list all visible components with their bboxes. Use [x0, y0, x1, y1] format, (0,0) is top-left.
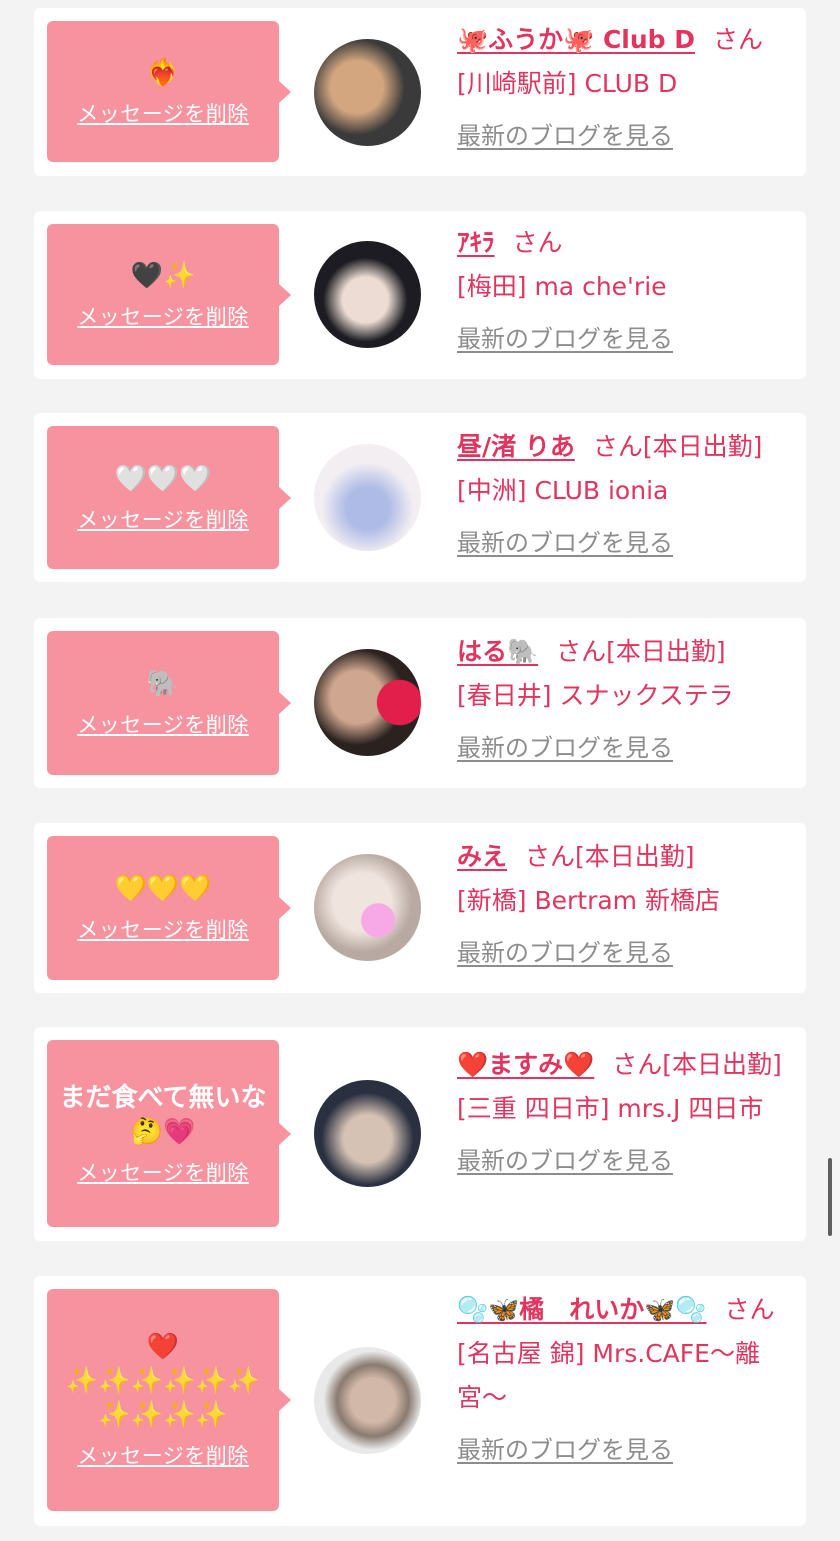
cast-name-link[interactable]: みえ: [457, 842, 507, 871]
work-status: [本日出勤]: [642, 432, 763, 461]
message-card: まだ食べて無いな 🤔💗 メッセージを削除 ❤️ますみ❤️ さん[本日出勤] [三重…: [34, 1027, 806, 1241]
scrollbar[interactable]: [828, 1158, 832, 1236]
shop-name: [川崎駅前] CLUB D: [457, 69, 678, 98]
view-latest-blog-link[interactable]: 最新のブログを見る: [457, 933, 673, 968]
avatar[interactable]: [314, 1080, 421, 1187]
work-status: [本日出勤]: [606, 637, 726, 666]
delete-message-link[interactable]: メッセージを削除: [77, 1440, 249, 1470]
cast-name-link[interactable]: ❤️ますみ❤️: [457, 1050, 594, 1079]
message-card: 🖤✨ メッセージを削除 ｱｷﾗ さん [梅田] ma che'rie 最新のブログ…: [34, 211, 806, 379]
avatar[interactable]: [314, 649, 421, 756]
message-text: 💛💛💛: [114, 874, 212, 904]
cast-info: 昼/渚 りあ さん[本日出勤] [中洲] CLUB ionia 最新のブログを見る: [457, 425, 792, 558]
honorific: さん: [556, 637, 607, 666]
avatar[interactable]: [314, 39, 421, 146]
delete-message-link[interactable]: メッセージを削除: [77, 709, 249, 739]
avatar[interactable]: [314, 1347, 421, 1454]
delete-message-link[interactable]: メッセージを削除: [77, 504, 249, 534]
message-text: ❤️‍🔥: [146, 57, 180, 88]
shop-name: [春日井] スナックステラ: [457, 681, 734, 710]
message-text: 🖤✨: [130, 260, 196, 291]
message-bubble: 💛💛💛 メッセージを削除: [47, 836, 291, 980]
message-card: ❤️ ✨✨✨✨✨✨ ✨✨✨✨ メッセージを削除 🫧🦋橘 れいか🦋🫧 さん [名古屋…: [34, 1276, 806, 1526]
honorific: さん: [713, 25, 764, 54]
cast-name-link[interactable]: ｱｷﾗ: [457, 228, 495, 257]
honorific: さん: [512, 228, 563, 257]
work-status: [本日出勤]: [575, 842, 695, 871]
view-latest-blog-link[interactable]: 最新のブログを見る: [457, 116, 673, 151]
delete-message-link[interactable]: メッセージを削除: [77, 914, 249, 944]
shop-name: [三重 四日市] mrs.J 四日市: [457, 1094, 764, 1123]
avatar[interactable]: [314, 241, 421, 348]
view-latest-blog-link[interactable]: 最新のブログを見る: [457, 523, 673, 558]
avatar[interactable]: [314, 444, 421, 551]
cast-info: はる🐘 さん[本日出勤] [春日井] スナックステラ 最新のブログを見る: [457, 630, 792, 763]
view-latest-blog-link[interactable]: 最新のブログを見る: [457, 728, 673, 763]
view-latest-blog-link[interactable]: 最新のブログを見る: [457, 1430, 673, 1465]
avatar[interactable]: [314, 854, 421, 961]
delete-message-link[interactable]: メッセージを削除: [77, 301, 249, 331]
view-latest-blog-link[interactable]: 最新のブログを見る: [457, 319, 673, 354]
shop-name: [中洲] CLUB ionia: [457, 476, 669, 505]
cast-name-link[interactable]: 昼/渚 りあ: [457, 432, 575, 461]
message-bubble: 🖤✨ メッセージを削除: [47, 224, 291, 365]
message-text: まだ食べて無いな 🤔💗: [59, 1082, 267, 1147]
delete-message-link[interactable]: メッセージを削除: [77, 98, 249, 128]
message-bubble: ❤️‍🔥 メッセージを削除: [47, 21, 291, 162]
honorific: さん: [525, 842, 576, 871]
delete-message-link[interactable]: メッセージを削除: [77, 1157, 249, 1187]
cast-name-link[interactable]: はる🐘: [457, 637, 538, 666]
shop-name: [新橋] Bertram 新橋店: [457, 886, 720, 915]
message-card: 💛💛💛 メッセージを削除 みえ さん[本日出勤] [新橋] Bertram 新橋店…: [34, 823, 806, 993]
message-bubble: ❤️ ✨✨✨✨✨✨ ✨✨✨✨ メッセージを削除: [47, 1289, 291, 1511]
cast-info: 🫧🦋橘 れいか🦋🫧 さん [名古屋 錦] Mrs.CAFE〜離宮〜 最新のブログを…: [457, 1288, 792, 1465]
work-status: [本日出勤]: [662, 1050, 782, 1079]
view-latest-blog-link[interactable]: 最新のブログを見る: [457, 1141, 673, 1176]
cast-name-link[interactable]: 🫧🦋橘 れいか🦋🫧: [457, 1295, 707, 1324]
cast-info: ｱｷﾗ さん [梅田] ma che'rie 最新のブログを見る: [457, 221, 792, 354]
message-bubble: 🐘 メッセージを削除: [47, 631, 291, 775]
honorific: さん: [612, 1050, 663, 1079]
honorific: さん: [724, 1295, 775, 1324]
honorific: さん: [592, 432, 643, 461]
shop-name: [梅田] ma che'rie: [457, 272, 667, 301]
message-bubble: まだ食べて無いな 🤔💗 メッセージを削除: [47, 1040, 291, 1227]
message-card: 🐘 メッセージを削除 はる🐘 さん[本日出勤] [春日井] スナックステラ 最新の…: [34, 618, 806, 788]
message-bubble: 🤍🤍🤍 メッセージを削除: [47, 426, 291, 569]
message-text: 🤍🤍🤍: [114, 463, 212, 494]
cast-info: 🐙ふうか🐙 Club D さん [川崎駅前] CLUB D 最新のブログを見る: [457, 18, 792, 151]
cast-info: みえ さん[本日出勤] [新橋] Bertram 新橋店 最新のブログを見る: [457, 835, 792, 968]
cast-name-link[interactable]: 🐙ふうか🐙 Club D: [457, 25, 695, 54]
shop-name: [名古屋 錦] Mrs.CAFE〜離宮〜: [457, 1339, 760, 1412]
cast-info: ❤️ますみ❤️ さん[本日出勤] [三重 四日市] mrs.J 四日市 最新のブロ…: [457, 1043, 792, 1176]
message-text: 🐘: [146, 669, 180, 699]
message-card: ❤️‍🔥 メッセージを削除 🐙ふうか🐙 Club D さん [川崎駅前] CLUB…: [34, 8, 806, 176]
message-text: ❤️ ✨✨✨✨✨✨ ✨✨✨✨: [65, 1332, 261, 1430]
message-card: 🤍🤍🤍 メッセージを削除 昼/渚 りあ さん[本日出勤] [中洲] CLUB io…: [34, 413, 806, 582]
